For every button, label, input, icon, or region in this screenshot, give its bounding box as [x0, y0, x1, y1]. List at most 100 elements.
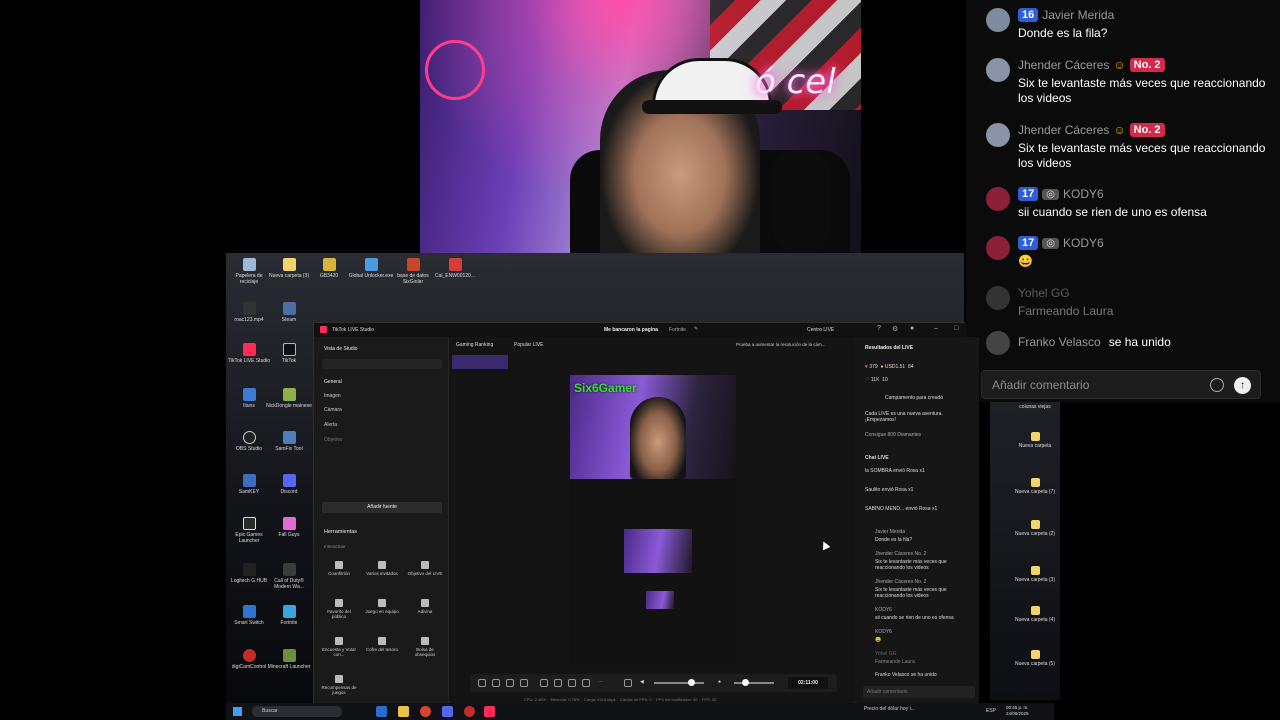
layout-icon[interactable]	[492, 679, 500, 687]
volume-icon[interactable]: ◀	[640, 679, 648, 687]
desktop-icon-minecraft[interactable]: Minecraft Launcher	[266, 649, 312, 670]
source-camera[interactable]: Cámara	[324, 407, 342, 413]
studio-view-selector[interactable]: Vista de Studio	[324, 346, 358, 352]
grid-icon[interactable]	[582, 679, 590, 687]
tool-poll[interactable]: Encuesta y Votar con...	[320, 637, 358, 657]
emoji-icon[interactable]	[1210, 378, 1224, 392]
chrome-icon[interactable]	[420, 706, 431, 717]
desktop-icon-nickdongle[interactable]: NickDongle mainexe	[266, 388, 312, 409]
tool-gift-bag[interactable]: Bolsa de obsequios	[406, 637, 444, 657]
minimize-icon[interactable]: –	[934, 325, 938, 332]
maximize-icon[interactable]: □	[954, 325, 958, 332]
campaign-title[interactable]: Campamento para creado	[885, 395, 1000, 401]
desktop-icon-folder-right[interactable]: Nueva carpeta (4)	[1012, 606, 1058, 623]
desktop-icon-samfix[interactable]: SamFix Tool	[266, 431, 312, 452]
tool-guess[interactable]: Adivina	[406, 599, 444, 614]
magic-icon[interactable]	[478, 679, 486, 687]
language-indicator[interactable]: ESP	[986, 708, 996, 714]
taskbar: Buscar Precio del dólar hoy i... ESP 00:…	[226, 703, 1054, 720]
desktop-icon-unlocker[interactable]: Global Unlocker.exe	[348, 258, 394, 279]
join-text: se ha unido	[1108, 335, 1171, 349]
username: Jhender Cáceres	[1018, 123, 1110, 137]
desktop-icon-discord[interactable]: Discord	[266, 474, 312, 495]
guitar-neon-icon	[425, 40, 485, 100]
desktop-icon-steam[interactable]: Steam	[266, 302, 312, 323]
screen-icon[interactable]	[520, 679, 528, 687]
more-icon[interactable]: ⋯	[598, 679, 606, 687]
desktop-icon-tiktok[interactable]: TikTok	[266, 343, 312, 364]
desktop-icon-cod[interactable]: Call of Duty® Modern Wa...	[266, 563, 312, 590]
desktop-icon-folder-right[interactable]: colunas viejas	[1012, 404, 1058, 410]
tool-cohost[interactable]: Coanfitrión	[320, 561, 358, 576]
mic-icon[interactable]: ●	[718, 679, 726, 687]
promo-banner[interactable]	[452, 355, 508, 369]
tool-live-goal[interactable]: Objetivo del LIVE	[406, 561, 444, 576]
source-goal[interactable]: Objetivo	[324, 437, 342, 443]
avatar[interactable]: ●	[910, 325, 914, 332]
desktop-icon-app[interactable]: GB3420	[306, 258, 352, 279]
live-center-button[interactable]: Centro LIVE	[807, 327, 834, 333]
overlay-comment-input[interactable]: Añadir comentario ↑	[981, 370, 1261, 399]
file-explorer-icon[interactable]	[398, 706, 409, 717]
scene-general[interactable]: General	[324, 379, 342, 385]
tool-treasure-chest[interactable]: Cofre del tesoro	[363, 637, 401, 652]
mic-slider[interactable]	[734, 682, 774, 684]
record-app-icon[interactable]	[464, 706, 475, 717]
desktop-icon-folder-right[interactable]: Nueva carpeta (3)	[1012, 566, 1058, 583]
desktop-icon-folder-right[interactable]: Nueva carpeta (2)	[1012, 520, 1058, 537]
taskbar-app-icon[interactable]	[376, 706, 387, 717]
taskbar-search[interactable]: Buscar	[252, 706, 342, 717]
copy-icon[interactable]	[506, 679, 514, 687]
game-label: Fortnite	[669, 327, 686, 333]
tool-team-game[interactable]: Juego en equipo	[363, 599, 401, 614]
desktop-icon-fallguys[interactable]: Fall Guys	[266, 517, 312, 538]
news-widget[interactable]: Precio del dólar hoy i...	[864, 706, 915, 712]
chat-text: Six te levantaste más veces que reaccion…	[875, 587, 947, 599]
level-badge: 17	[1018, 187, 1039, 201]
volume-knob[interactable]	[688, 679, 695, 686]
settings-icon[interactable]: ⚙	[892, 325, 898, 333]
smile-icon: ☺	[1113, 123, 1126, 137]
tool-audience-favorite[interactable]: Favorito del público	[320, 599, 358, 619]
record-icon[interactable]	[554, 679, 562, 687]
desktop-icon-folder-right[interactable]: Nueva carpeta (5)	[1012, 650, 1058, 667]
clock[interactable]: 00:45 p. m. 24/08/2025	[1006, 705, 1029, 717]
tool-game-rewards[interactable]: Recompensas de juegos	[320, 675, 358, 695]
send-icon[interactable]: ↑	[1234, 377, 1251, 394]
desktop-icon-folder-right[interactable]: Nueva carpeta (7)	[1012, 478, 1058, 495]
volume-slider[interactable]	[654, 682, 704, 684]
tools-title: Herramientas	[324, 529, 358, 535]
tool-multi-guest[interactable]: Varios invitados	[363, 561, 401, 576]
comment-input[interactable]: Añadir comentario	[863, 686, 975, 698]
replay-icon[interactable]	[568, 679, 576, 687]
chat-text: Farmeando Laura	[875, 659, 915, 665]
mic-knob[interactable]	[742, 679, 749, 686]
avatar	[986, 236, 1010, 260]
performance-stats: CPU: 2.48% Memoria: 0.78% Carga: 2318 kb…	[524, 697, 717, 702]
resolution-tip[interactable]: Prueba a aumentar la resolución de la cá…	[736, 342, 826, 347]
chat-join: Franko Velasco se ha unido	[875, 672, 937, 678]
username: KODY6	[1062, 236, 1104, 250]
phone-icon[interactable]	[540, 679, 548, 687]
desktop-icon-folder-right[interactable]: Nueva carpeta	[1012, 432, 1058, 449]
stat-viewers: 379	[869, 364, 878, 370]
desktop-icon-pdf[interactable]: Cal_ENW00120...	[432, 258, 478, 279]
source-alert[interactable]: Alerta	[324, 422, 337, 428]
discord-icon[interactable]	[442, 706, 453, 717]
avatar	[986, 187, 1010, 211]
edit-icon[interactable]: ✎	[694, 326, 698, 332]
chat-user: Jhender Cáceres No. 2	[875, 579, 927, 585]
desktop-icon-db[interactable]: base de datos SixGiolar	[390, 258, 436, 285]
tiktok-studio-taskbar-icon[interactable]	[484, 706, 495, 717]
source-image[interactable]: Imagen	[324, 393, 341, 399]
windows-start-icon[interactable]	[233, 707, 242, 716]
tab-popular-live[interactable]: Popular LIVE	[514, 342, 543, 348]
layout-toggle[interactable]	[322, 359, 442, 369]
stream-title[interactable]: Me bancaron la pagina	[604, 327, 658, 333]
add-source-button[interactable]: Añadir fuente	[322, 502, 442, 513]
help-icon[interactable]: ?	[877, 325, 881, 332]
equalizer-icon[interactable]	[624, 679, 632, 687]
tab-gaming-ranking[interactable]: Gaming Ranking	[456, 342, 493, 348]
chat-user: Jhender Cáceres No. 2	[875, 551, 927, 557]
desktop-icon-fortnite[interactable]: Fortnite	[266, 605, 312, 626]
